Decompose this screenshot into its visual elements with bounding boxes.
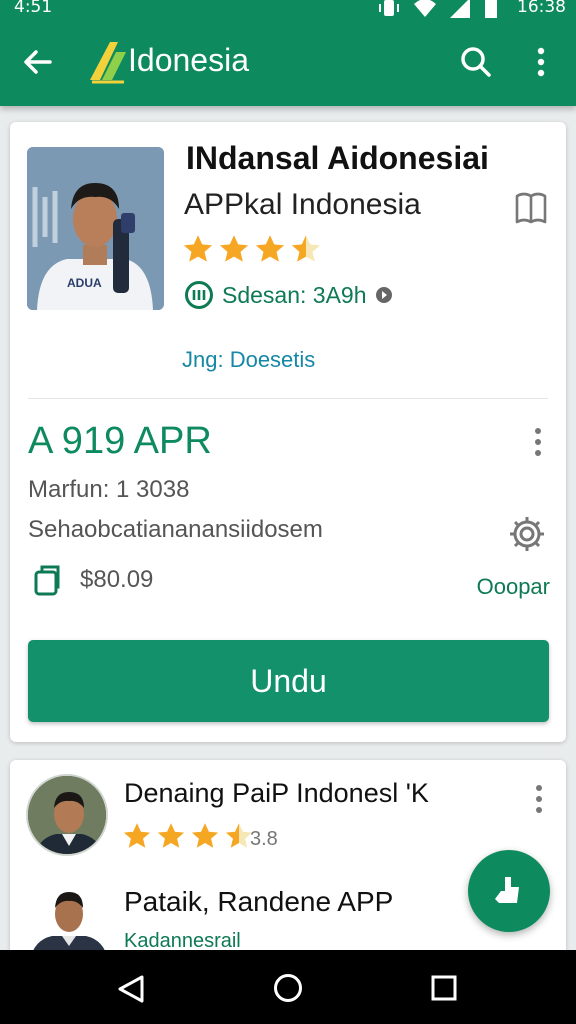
more-vert-icon[interactable]	[526, 44, 556, 80]
divider	[28, 398, 548, 399]
status-time-right: 16:38	[517, 0, 566, 17]
gear-icon[interactable]	[507, 514, 547, 554]
nav-back-icon[interactable]	[114, 974, 148, 1004]
card-more-icon[interactable]	[526, 424, 550, 460]
open-link[interactable]: Ooopar	[477, 574, 550, 600]
avatar-person-image	[28, 776, 106, 854]
list-rating-stars	[122, 822, 254, 850]
search-icon[interactable]	[458, 44, 494, 80]
nav-home-icon[interactable]	[272, 972, 304, 1004]
status-bar: 4:51 16:38	[0, 0, 576, 20]
list-item-subtitle[interactable]: Pataik, Randene APP	[124, 886, 393, 918]
avatar[interactable]	[26, 774, 108, 856]
release-badge: Sdesan: 3A9h	[184, 280, 393, 310]
top-app-bar: 4:51 16:38 Idonesia	[0, 0, 576, 106]
star-full-icon	[157, 823, 185, 848]
signal-icon	[450, 0, 470, 18]
list-more-icon[interactable]	[528, 782, 550, 816]
list-item-title[interactable]: Denaing PaiP Indonesl 'K	[124, 778, 429, 809]
battery-icon	[485, 0, 497, 18]
app-thumbnail[interactable]: ADUA	[27, 147, 164, 310]
star-full-icon	[183, 235, 213, 262]
category-tag[interactable]: Jng: Doesetis	[182, 347, 315, 373]
app-name: INdansal Aidonesiai	[186, 140, 489, 176]
vibrate-icon	[379, 0, 399, 16]
app-developer[interactable]: APPkal Indonesia	[184, 188, 421, 222]
back-arrow-icon[interactable]	[20, 44, 56, 80]
nav-recents-icon[interactable]	[430, 974, 458, 1002]
hand-pointer-icon	[495, 877, 519, 903]
status-icons	[378, 0, 498, 18]
list-rating-text: 3.8	[250, 828, 278, 850]
avatar-person-image	[28, 878, 110, 960]
star-half-icon	[291, 235, 321, 262]
app-logo-icon	[90, 42, 126, 84]
thumbnail-person-image: ADUA	[27, 147, 164, 310]
svg-text:ADUA: ADUA	[67, 276, 102, 290]
rating-stars	[182, 234, 322, 264]
price-secondary: $80.09	[80, 566, 154, 593]
star-full-icon	[123, 823, 151, 848]
star-full-icon	[219, 235, 249, 262]
download-button[interactable]: Undu	[28, 640, 549, 722]
star-full-icon	[255, 235, 285, 262]
bookmark-icon[interactable]	[514, 190, 548, 226]
avatar[interactable]	[28, 878, 110, 960]
app-bar: Idonesia	[0, 28, 576, 98]
star-full-icon	[191, 823, 219, 848]
floating-action-button[interactable]	[468, 850, 550, 932]
system-nav-bar	[0, 950, 576, 1024]
badge-icon	[185, 281, 213, 309]
wifi-icon	[414, 0, 436, 17]
app-detail-card: ADUA INdansal Aidonesiai APPkal Indonesi…	[10, 122, 566, 742]
status-time-left: 4:51	[14, 0, 53, 17]
info-play-icon[interactable]	[375, 286, 393, 304]
info-line-2: Sehaobcatiananansiidosem	[28, 516, 323, 543]
price-main: A 919 APR	[28, 420, 212, 462]
badge-text: Sdesan: 3A9h	[222, 281, 367, 308]
app-title: Idonesia	[128, 42, 249, 78]
info-line-1: Marfun: 1 3038	[28, 476, 190, 503]
copy-icon[interactable]	[32, 562, 64, 598]
